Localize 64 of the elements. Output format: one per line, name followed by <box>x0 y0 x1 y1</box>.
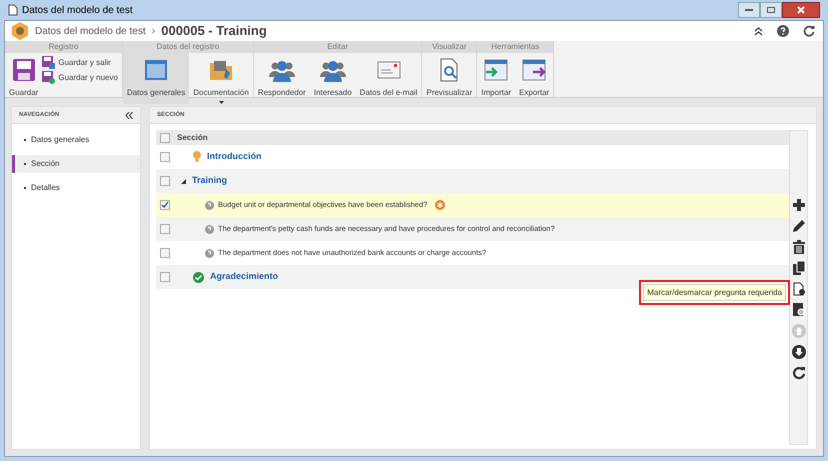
ribbon-group-title: Registro <box>5 41 122 53</box>
ribbon-button[interactable]: Interesado <box>310 53 356 99</box>
group-title: Training <box>192 174 228 188</box>
section-title: Agradecimiento <box>210 270 278 284</box>
ribbon-small-button[interactable]: Guardar y nuevo <box>42 71 118 84</box>
checkbox[interactable] <box>160 176 170 186</box>
question-bubble-icon <box>205 224 214 234</box>
page-title: 000005 - Training <box>161 22 267 40</box>
checkbox[interactable] <box>160 200 170 210</box>
nav-item[interactable]: Detalles <box>12 179 140 197</box>
table-row[interactable]: Agradecimiento <box>156 265 789 289</box>
ribbon-button[interactable]: Guardar <box>5 53 42 99</box>
app-logo-icon <box>11 22 29 40</box>
close-icon <box>797 6 805 14</box>
nav-item[interactable]: Sección <box>12 155 140 173</box>
breadcrumb-link[interactable]: Datos del modelo de test <box>35 24 146 38</box>
refresh-icon[interactable] <box>803 25 815 37</box>
ribbon-group-title: Herramientas <box>477 41 554 53</box>
maximize-button[interactable] <box>760 2 782 18</box>
ribbon-group-title: Visualizar <box>422 41 476 53</box>
question-bubble-icon <box>205 200 214 210</box>
window-icon <box>143 57 170 83</box>
trash-icon[interactable] <box>792 240 806 254</box>
lightbulb-icon <box>193 151 201 163</box>
collapse-icon[interactable] <box>754 26 763 36</box>
save-new-icon <box>42 71 56 84</box>
ribbon-button[interactable]: Previsualizar <box>422 53 476 99</box>
down-arrow-icon[interactable] <box>792 345 806 359</box>
ribbon-button[interactable]: Exportar <box>515 53 554 99</box>
close-button[interactable] <box>782 2 820 18</box>
ribbon-group-title: Datos del registro <box>122 41 253 53</box>
ribbon-button[interactable]: Importar <box>477 53 516 99</box>
document-icon <box>8 4 18 16</box>
tooltip: Marcar/desmarcar pregunta requerida <box>643 284 786 301</box>
collapse-left-icon[interactable] <box>125 112 133 118</box>
check-circle-icon <box>193 272 204 282</box>
section-title: Introducción <box>207 150 262 164</box>
nav-item[interactable]: Datos generales <box>12 131 140 149</box>
checkbox[interactable] <box>160 248 170 258</box>
ribbon-button[interactable]: Documentación <box>189 53 253 104</box>
question-bubble-icon <box>205 248 214 258</box>
ribbon-button[interactable]: Datos del e-mail <box>356 53 422 99</box>
ribbon-button[interactable]: Datos generales <box>122 53 190 104</box>
expand-triangle-icon[interactable] <box>181 178 186 184</box>
column-header: Sección <box>177 132 208 144</box>
checkbox[interactable] <box>160 132 170 142</box>
table-row[interactable]: Training <box>156 169 789 193</box>
plus-icon[interactable] <box>792 198 806 212</box>
minimize-button[interactable] <box>738 2 760 18</box>
checkbox[interactable] <box>160 152 170 162</box>
document-alert-icon[interactable] <box>792 282 806 296</box>
copy-icon[interactable] <box>792 261 806 275</box>
document-search-icon[interactable] <box>792 303 806 317</box>
ribbon-button[interactable]: Respondedor <box>254 53 310 99</box>
checkbox[interactable] <box>160 224 170 234</box>
ribbon-group-title: Editar <box>254 41 422 53</box>
refresh-icon[interactable] <box>792 366 806 380</box>
pencil-icon[interactable] <box>792 219 806 233</box>
help-icon[interactable] <box>777 25 789 37</box>
ribbon-small-button[interactable]: Guardar y salir <box>42 56 118 69</box>
save-exit-icon <box>42 56 56 69</box>
checkbox[interactable] <box>160 272 170 282</box>
window-title: Datos del modelo de test <box>22 4 133 18</box>
breadcrumb-separator: › <box>152 24 156 39</box>
